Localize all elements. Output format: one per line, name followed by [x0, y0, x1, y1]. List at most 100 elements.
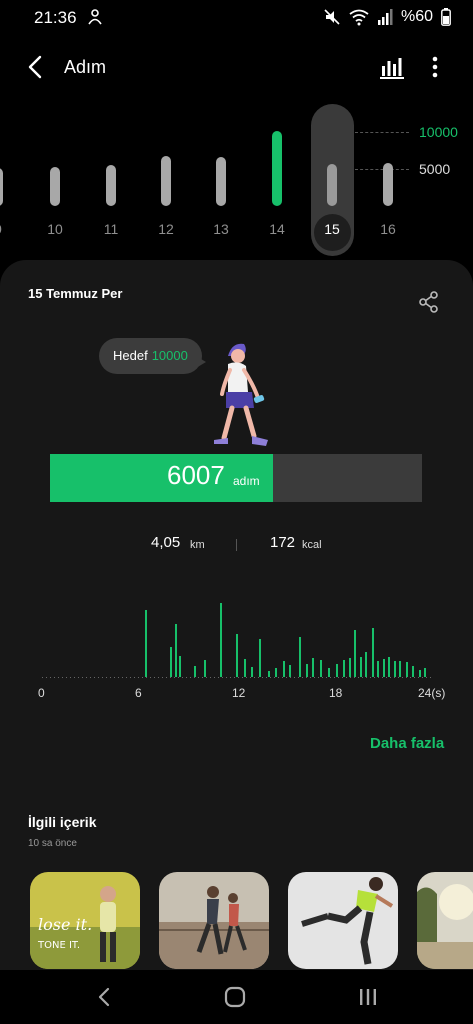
- hourly-baseline-dot: [310, 677, 311, 678]
- hourly-baseline-dot: [50, 677, 51, 678]
- hourly-baseline-dot: [150, 677, 151, 678]
- hourly-baseline-dot: [86, 677, 87, 678]
- hourly-baseline-dot: [106, 677, 107, 678]
- gridline-label-10000: 10000: [419, 124, 458, 140]
- week-bar-day-14[interactable]: [272, 131, 282, 206]
- week-bar-day-10[interactable]: [50, 167, 60, 206]
- wifi-icon: [349, 9, 369, 26]
- week-bar-day-13[interactable]: [216, 156, 226, 206]
- hourly-baseline-dot: [430, 677, 431, 678]
- more-details-link[interactable]: Daha fazla: [370, 735, 444, 752]
- related-thumb-kick[interactable]: [288, 872, 398, 969]
- hourly-baseline-dot: [262, 677, 263, 678]
- kickboxing-image: [288, 872, 398, 969]
- hourly-baseline-dot: [74, 677, 75, 678]
- hourly-bar: [376, 661, 379, 677]
- hourly-baseline-dot: [242, 677, 243, 678]
- related-thumb-runners[interactable]: [159, 872, 269, 969]
- hourly-baseline-dot: [198, 677, 199, 678]
- hourly-baseline-dot: [314, 677, 315, 678]
- hourly-bar: [289, 664, 292, 677]
- week-label-day-15: 15: [324, 221, 340, 237]
- hourly-baseline-dot: [374, 677, 375, 678]
- hourly-baseline-dot: [394, 677, 395, 678]
- week-label-day-12: 12: [158, 221, 174, 237]
- thumb-text-line2: TONE IT.: [37, 940, 80, 951]
- hourly-baseline-dot: [286, 677, 287, 678]
- more-options-icon[interactable]: [425, 54, 445, 80]
- hourly-bar: [258, 638, 261, 677]
- hourly-baseline-dot: [330, 677, 331, 678]
- hourly-baseline-dot: [378, 677, 379, 678]
- hourly-baseline-dot: [114, 677, 115, 678]
- hourly-baseline-dot: [238, 677, 239, 678]
- hourly-baseline-dot: [90, 677, 91, 678]
- trends-chart-icon[interactable]: [378, 54, 406, 80]
- hourly-baseline-dot: [146, 677, 147, 678]
- hourly-baseline-dot: [398, 677, 399, 678]
- related-content-time: 10 sa önce: [28, 838, 77, 849]
- weekly-steps-chart[interactable]: 10000 5000 9 10 11 12 13 14 15 16: [0, 96, 473, 256]
- hourly-baseline-dot: [154, 677, 155, 678]
- notification-icon: [88, 9, 102, 25]
- week-bar-day-15[interactable]: [327, 164, 337, 206]
- week-bar-day-11[interactable]: [106, 165, 116, 206]
- hourly-baseline-dot: [66, 677, 67, 678]
- hourly-bar: [299, 636, 302, 677]
- hourly-baseline-dot: [162, 677, 163, 678]
- hourly-baseline-dot: [218, 677, 219, 678]
- hourly-bar: [360, 656, 363, 677]
- hourly-baseline-dot: [362, 677, 363, 678]
- back-icon[interactable]: [24, 54, 48, 80]
- week-bar-day-16[interactable]: [383, 162, 393, 206]
- hourly-bar: [336, 663, 339, 677]
- hourly-baseline-dot: [62, 677, 63, 678]
- hourly-baseline-dot: [230, 677, 231, 678]
- hourly-baseline-dot: [166, 677, 167, 678]
- hourly-baseline-dot: [382, 677, 383, 678]
- hourly-baseline-dot: [206, 677, 207, 678]
- nav-home-icon[interactable]: [224, 986, 246, 1008]
- nav-recents-icon[interactable]: [358, 986, 378, 1008]
- related-thumb-lose-it[interactable]: lose it. TONE IT.: [30, 872, 140, 969]
- hourly-baseline-dot: [222, 677, 223, 678]
- hourly-bar: [311, 657, 314, 677]
- status-bar: 21:36 %60: [0, 0, 473, 36]
- share-icon[interactable]: [418, 290, 440, 314]
- hourly-baseline-dot: [418, 677, 419, 678]
- week-label-day-16: 16: [380, 221, 396, 237]
- steps-unit: adım: [233, 474, 260, 488]
- hourly-baseline-dot: [70, 677, 71, 678]
- hourly-baseline-dot: [82, 677, 83, 678]
- hourly-baseline-dot: [158, 677, 159, 678]
- hourly-bar: [145, 609, 148, 677]
- hourly-bar: [193, 665, 196, 677]
- related-thumb-outdoor[interactable]: [417, 872, 473, 969]
- hourly-baseline-dot: [270, 677, 271, 678]
- hourly-baseline-dot: [346, 677, 347, 678]
- hourly-baseline-dot: [322, 677, 323, 678]
- hourly-steps-chart[interactable]: 0 6 12 18 24(s): [30, 590, 450, 710]
- hourly-baseline-dot: [186, 677, 187, 678]
- hourly-bar: [365, 652, 368, 677]
- week-label-day-13: 13: [213, 221, 229, 237]
- hourly-baseline-dot: [246, 677, 247, 678]
- nav-back-icon[interactable]: [96, 986, 112, 1008]
- hourly-bar: [282, 661, 285, 677]
- hourly-bar: [244, 659, 247, 677]
- week-bar-day-9[interactable]: [0, 168, 3, 206]
- hourly-baseline-dot: [282, 677, 283, 678]
- hourly-baseline-dot: [214, 677, 215, 678]
- related-content-title: İlgili içerik: [28, 814, 97, 830]
- thumb-text-line1: lose it.: [38, 915, 92, 934]
- week-bar-day-12[interactable]: [161, 155, 171, 206]
- outdoor-image: [417, 872, 473, 969]
- hourly-baseline-dot: [194, 677, 195, 678]
- hourly-baseline-dot: [190, 677, 191, 678]
- hourly-bar: [203, 660, 206, 677]
- distance-value: 4,05: [151, 534, 181, 551]
- hourly-bar: [418, 670, 421, 677]
- hourly-baseline-dot: [174, 677, 175, 678]
- hourly-bar: [174, 624, 177, 677]
- selected-date: 15 Temmuz Per: [28, 286, 123, 301]
